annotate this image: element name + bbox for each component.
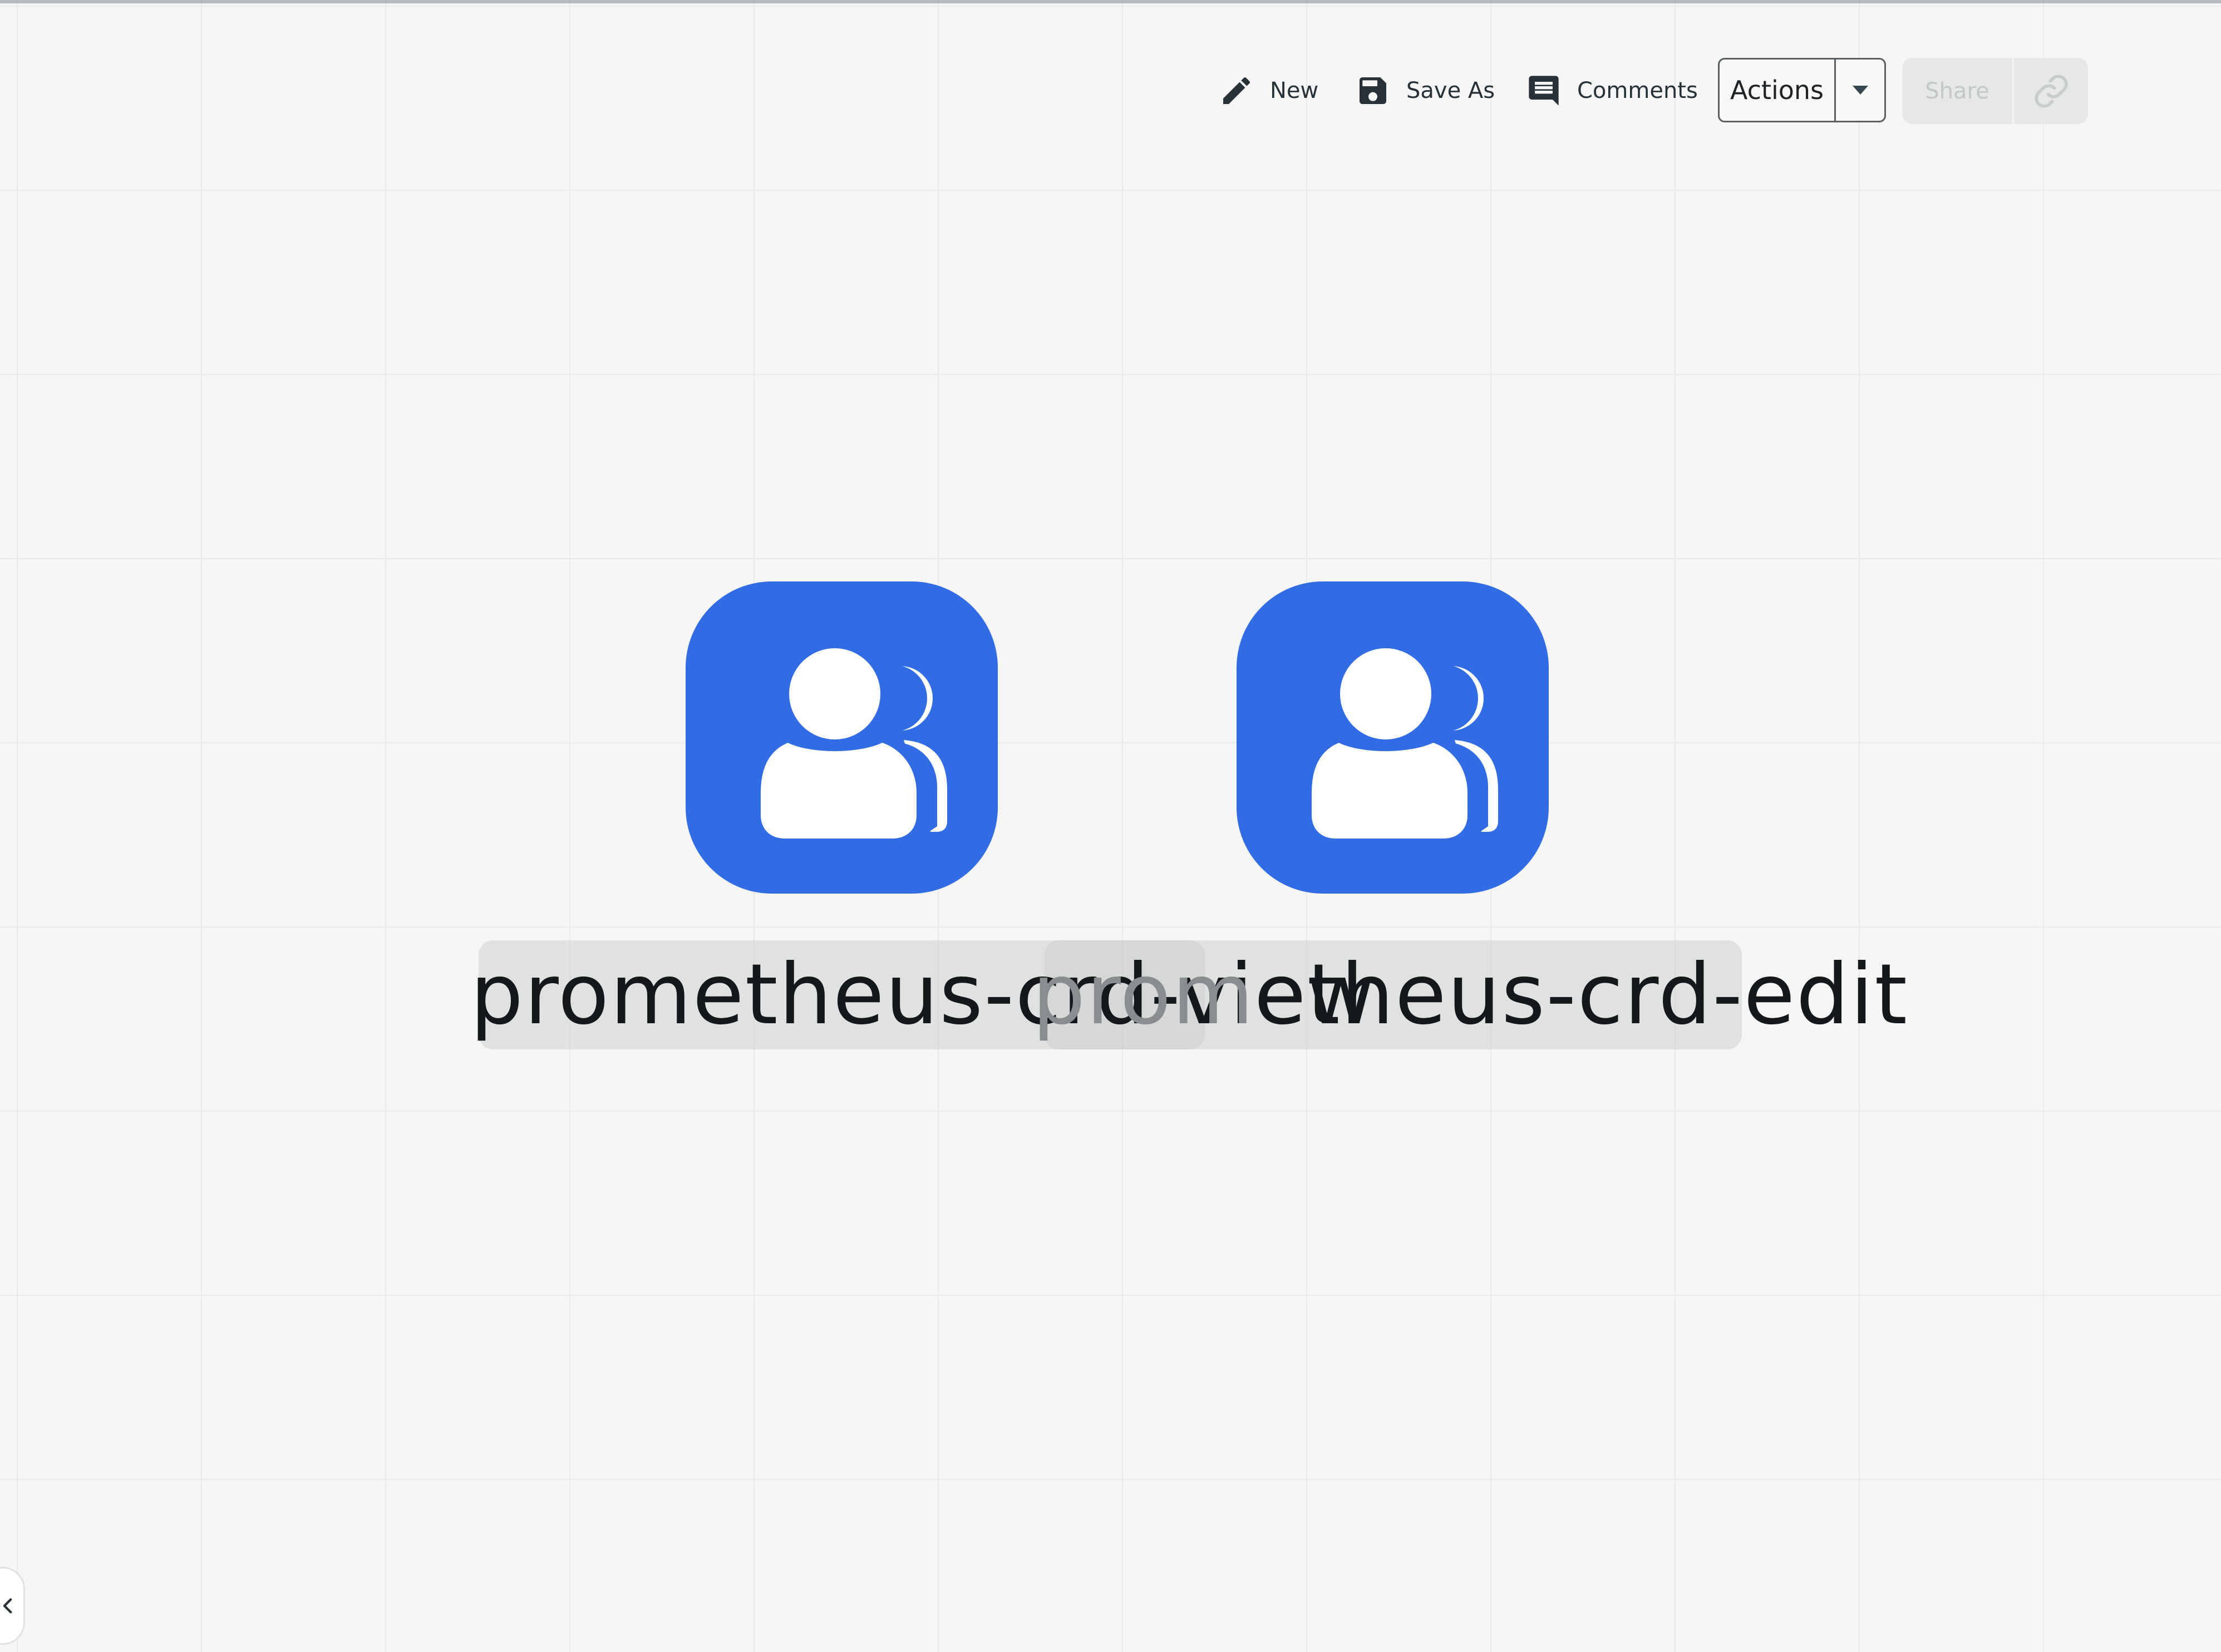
node-label-edit[interactable]: prometheus-crd-edit bbox=[1032, 940, 1908, 1049]
chevron-left-icon bbox=[3, 1598, 12, 1614]
floppy-disk-icon bbox=[1360, 77, 1386, 104]
node-label-edit-rest: etheus-crd-edit bbox=[1254, 946, 1909, 1043]
new-button-label: New bbox=[1270, 78, 1319, 103]
node-prometheus-crd-edit[interactable] bbox=[1237, 581, 1549, 894]
caret-down-icon bbox=[1852, 86, 1868, 95]
top-border bbox=[0, 0, 2221, 3]
actions-button[interactable]: Actions bbox=[1720, 60, 1836, 121]
comment-icon bbox=[1529, 76, 1559, 106]
link-icon bbox=[2034, 74, 2068, 108]
node-prometheus-crd-view[interactable] bbox=[686, 581, 998, 894]
user-group-icon bbox=[1312, 640, 1498, 839]
user-group-icon bbox=[761, 640, 947, 839]
sidebar-toggle-button[interactable] bbox=[0, 1567, 25, 1645]
actions-dropdown[interactable]: Actions bbox=[1718, 58, 1886, 122]
save-as-button-label: Save As bbox=[1406, 78, 1495, 103]
share-group: Share bbox=[1902, 58, 2088, 124]
node-label-edit-faded: prom bbox=[1032, 946, 1255, 1043]
actions-caret-button[interactable] bbox=[1836, 60, 1884, 121]
new-button[interactable]: New bbox=[1219, 60, 1318, 121]
pencil-icon bbox=[1223, 77, 1250, 104]
save-as-button[interactable]: Save As bbox=[1355, 60, 1495, 121]
copy-link-button[interactable] bbox=[2014, 58, 2088, 124]
share-button[interactable]: Share bbox=[1902, 58, 2014, 124]
comments-button-label: Comments bbox=[1577, 78, 1698, 103]
comments-button[interactable]: Comments bbox=[1526, 60, 1698, 121]
